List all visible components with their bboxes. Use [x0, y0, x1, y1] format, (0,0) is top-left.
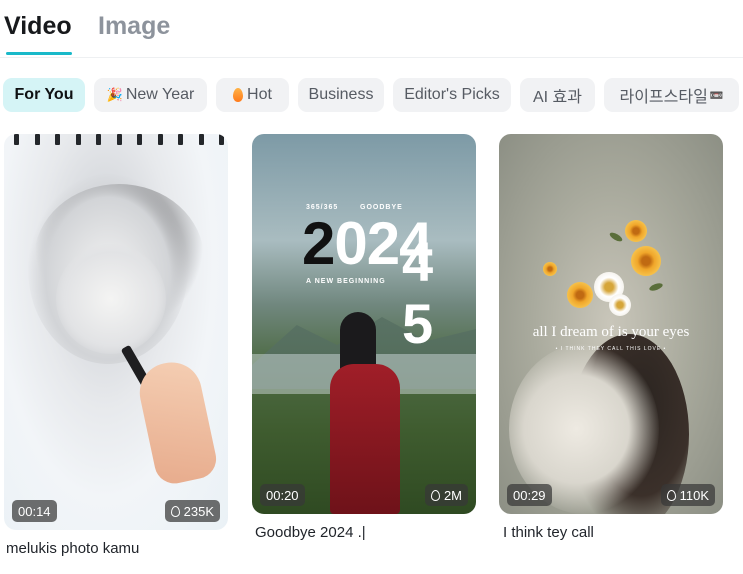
- category-chips: For You 🎉 New Year Hot Business Editor's…: [3, 78, 743, 112]
- hand-illustration: [134, 356, 220, 488]
- chip-label: 라이프스타일: [619, 89, 708, 106]
- leaf-decoration: [608, 230, 624, 244]
- chip-label: Hot: [247, 86, 272, 103]
- chip-label: New Year: [125, 86, 195, 103]
- flower-decoration: [625, 220, 647, 242]
- video-tape-icon: 📼: [709, 89, 724, 102]
- overlay-subtitle: • I THINK THEY CALL THIS LOVE •: [555, 346, 667, 352]
- sketch-face-detail: [56, 244, 166, 354]
- overlay-title: all I dream of is your eyes: [532, 324, 690, 340]
- tabs-divider: [0, 57, 743, 58]
- tab-video[interactable]: Video: [4, 12, 72, 41]
- chip-ai-effects[interactable]: AI 효과: [520, 78, 595, 112]
- duration-badge: 00:14: [12, 500, 57, 522]
- flame-icon: [233, 88, 244, 102]
- chip-hot[interactable]: Hot: [216, 78, 289, 112]
- overlay-digit-5: 5: [402, 292, 434, 355]
- content-type-tabs: Video Image: [4, 10, 739, 58]
- flower-decoration: [631, 246, 661, 276]
- party-popper-icon: 🎉: [106, 87, 123, 102]
- flame-outline-icon: [430, 489, 440, 501]
- template-card-3[interactable]: all I dream of is your eyes • I THINK TH…: [499, 134, 723, 514]
- flame-outline-icon: [666, 489, 676, 501]
- overlay-subtitle: A NEW BEGINNING: [306, 278, 386, 285]
- duration-badge: 00:29: [507, 484, 552, 506]
- flame-outline-icon: [170, 505, 180, 517]
- card-3-caption[interactable]: I think tey call: [503, 524, 594, 541]
- flower-decoration: [543, 262, 557, 276]
- uses-badge: 2M: [424, 484, 468, 506]
- chip-label: For You: [14, 86, 74, 103]
- overlay-digit-4: 4: [402, 230, 434, 293]
- notebook-spiral: [14, 134, 224, 146]
- duration-badge: 00:20: [260, 484, 305, 506]
- person-illustration: [330, 312, 400, 514]
- active-tab-indicator: [6, 52, 72, 55]
- chip-for-you[interactable]: For You: [3, 78, 85, 112]
- chip-label: Editor's Picks: [404, 86, 500, 103]
- flower-decoration: [567, 282, 593, 308]
- tab-image[interactable]: Image: [98, 12, 170, 41]
- leaf-decoration: [648, 281, 664, 293]
- uses-badge: 235K: [164, 500, 220, 522]
- template-card-2[interactable]: 365/365 GOODBYE 2024 A NEW BEGINNING 4 5…: [252, 134, 476, 514]
- uses-badge: 110K: [660, 484, 715, 506]
- chip-label: AI 효과: [532, 89, 582, 106]
- card-1-caption[interactable]: melukis photo kamu: [6, 540, 139, 557]
- chip-business[interactable]: Business: [298, 78, 384, 112]
- chip-label: Business: [308, 86, 374, 103]
- chip-lifestyle[interactable]: 라이프스타일 📼: [604, 78, 739, 112]
- chip-editors-picks[interactable]: Editor's Picks: [393, 78, 511, 112]
- chip-new-year[interactable]: 🎉 New Year: [94, 78, 207, 112]
- card-2-caption[interactable]: Goodbye 2024 .|: [255, 524, 366, 541]
- template-card-1[interactable]: 00:14 235K: [4, 134, 228, 530]
- flower-decoration: [609, 294, 631, 316]
